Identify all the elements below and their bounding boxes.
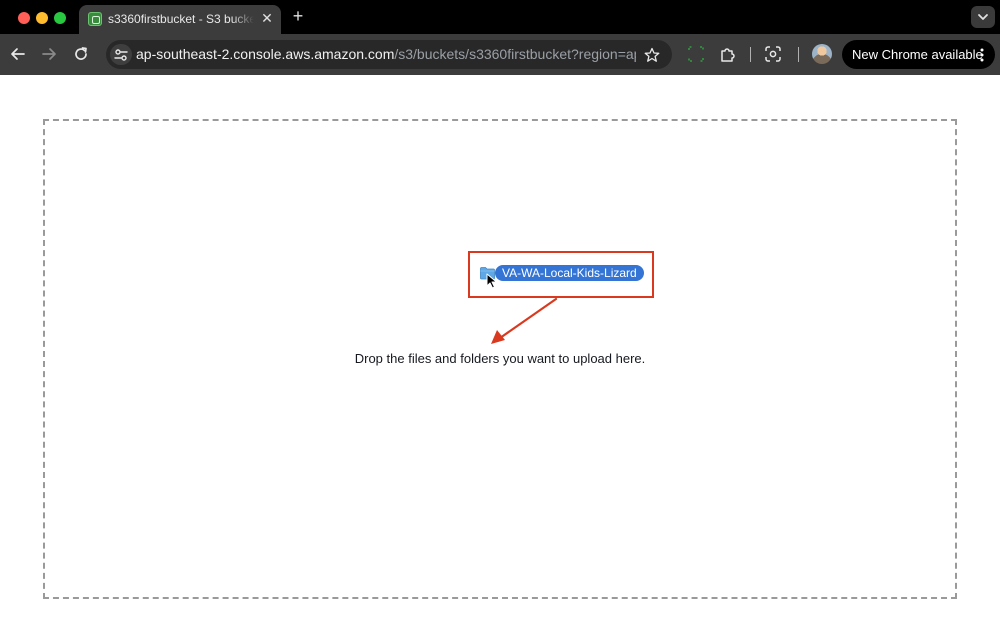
annotation-arrow [491,297,558,344]
forward-button[interactable] [39,44,59,64]
reload-icon [75,47,87,60]
page-content: Drop the files and folders you want to u… [0,75,1000,643]
tab-title: s3360firstbucket - S3 bucket [108,12,254,26]
lens-button[interactable] [763,44,783,64]
tab-strip: s3360firstbucket - S3 bucket ✕ + [0,0,1000,34]
back-button[interactable] [8,44,28,64]
tab-s3-bucket[interactable]: s3360firstbucket - S3 bucket ✕ [79,5,281,34]
window-minimize-button[interactable] [36,12,48,24]
menu-dots-icon [980,48,984,61]
extension-indicator[interactable] [686,44,706,64]
toolbar-separator [798,47,799,62]
back-icon [11,48,25,60]
reload-button[interactable] [71,44,91,64]
bookmark-star-icon [644,47,660,62]
new-tab-button[interactable]: + [289,7,307,25]
toolbar-separator [750,47,751,62]
browser-toolbar: ap-southeast-2.console.aws.amazon.com/s3… [0,34,1000,75]
tab-search-button[interactable] [971,6,995,28]
url-host: ap-southeast-2.console.aws.amazon.com [136,46,395,62]
extension-icon [688,46,704,62]
tab-close-icon[interactable]: ✕ [259,10,275,26]
window-zoom-button[interactable] [54,12,66,24]
url-path: /s3/buckets/s3360firstbucket?region=ap-s… [394,46,636,62]
address-bar[interactable]: ap-southeast-2.console.aws.amazon.com/s3… [106,40,672,69]
bookmark-button[interactable] [642,45,662,65]
dropzone-instruction: Drop the files and folders you want to u… [354,351,646,366]
avatar[interactable] [812,44,832,64]
site-info-icon [114,48,128,61]
forward-icon [42,48,56,60]
tab-search-icon [978,14,988,20]
site-info-button[interactable] [110,44,132,65]
dragged-folder-label: VA-WA-Local-Kids-Lizard [495,265,644,281]
s3-favicon-icon [88,12,102,26]
menu-button[interactable] [976,46,988,63]
puzzle-icon [721,48,735,62]
chrome-update-button[interactable]: New Chrome available [842,40,995,69]
lens-icon [765,46,781,62]
url-text[interactable]: ap-southeast-2.console.aws.amazon.com/s3… [136,46,636,64]
update-label: New Chrome available [852,47,983,62]
window-close-button[interactable] [18,12,30,24]
mouse-cursor-icon [486,273,497,289]
extensions-button[interactable] [718,44,738,64]
